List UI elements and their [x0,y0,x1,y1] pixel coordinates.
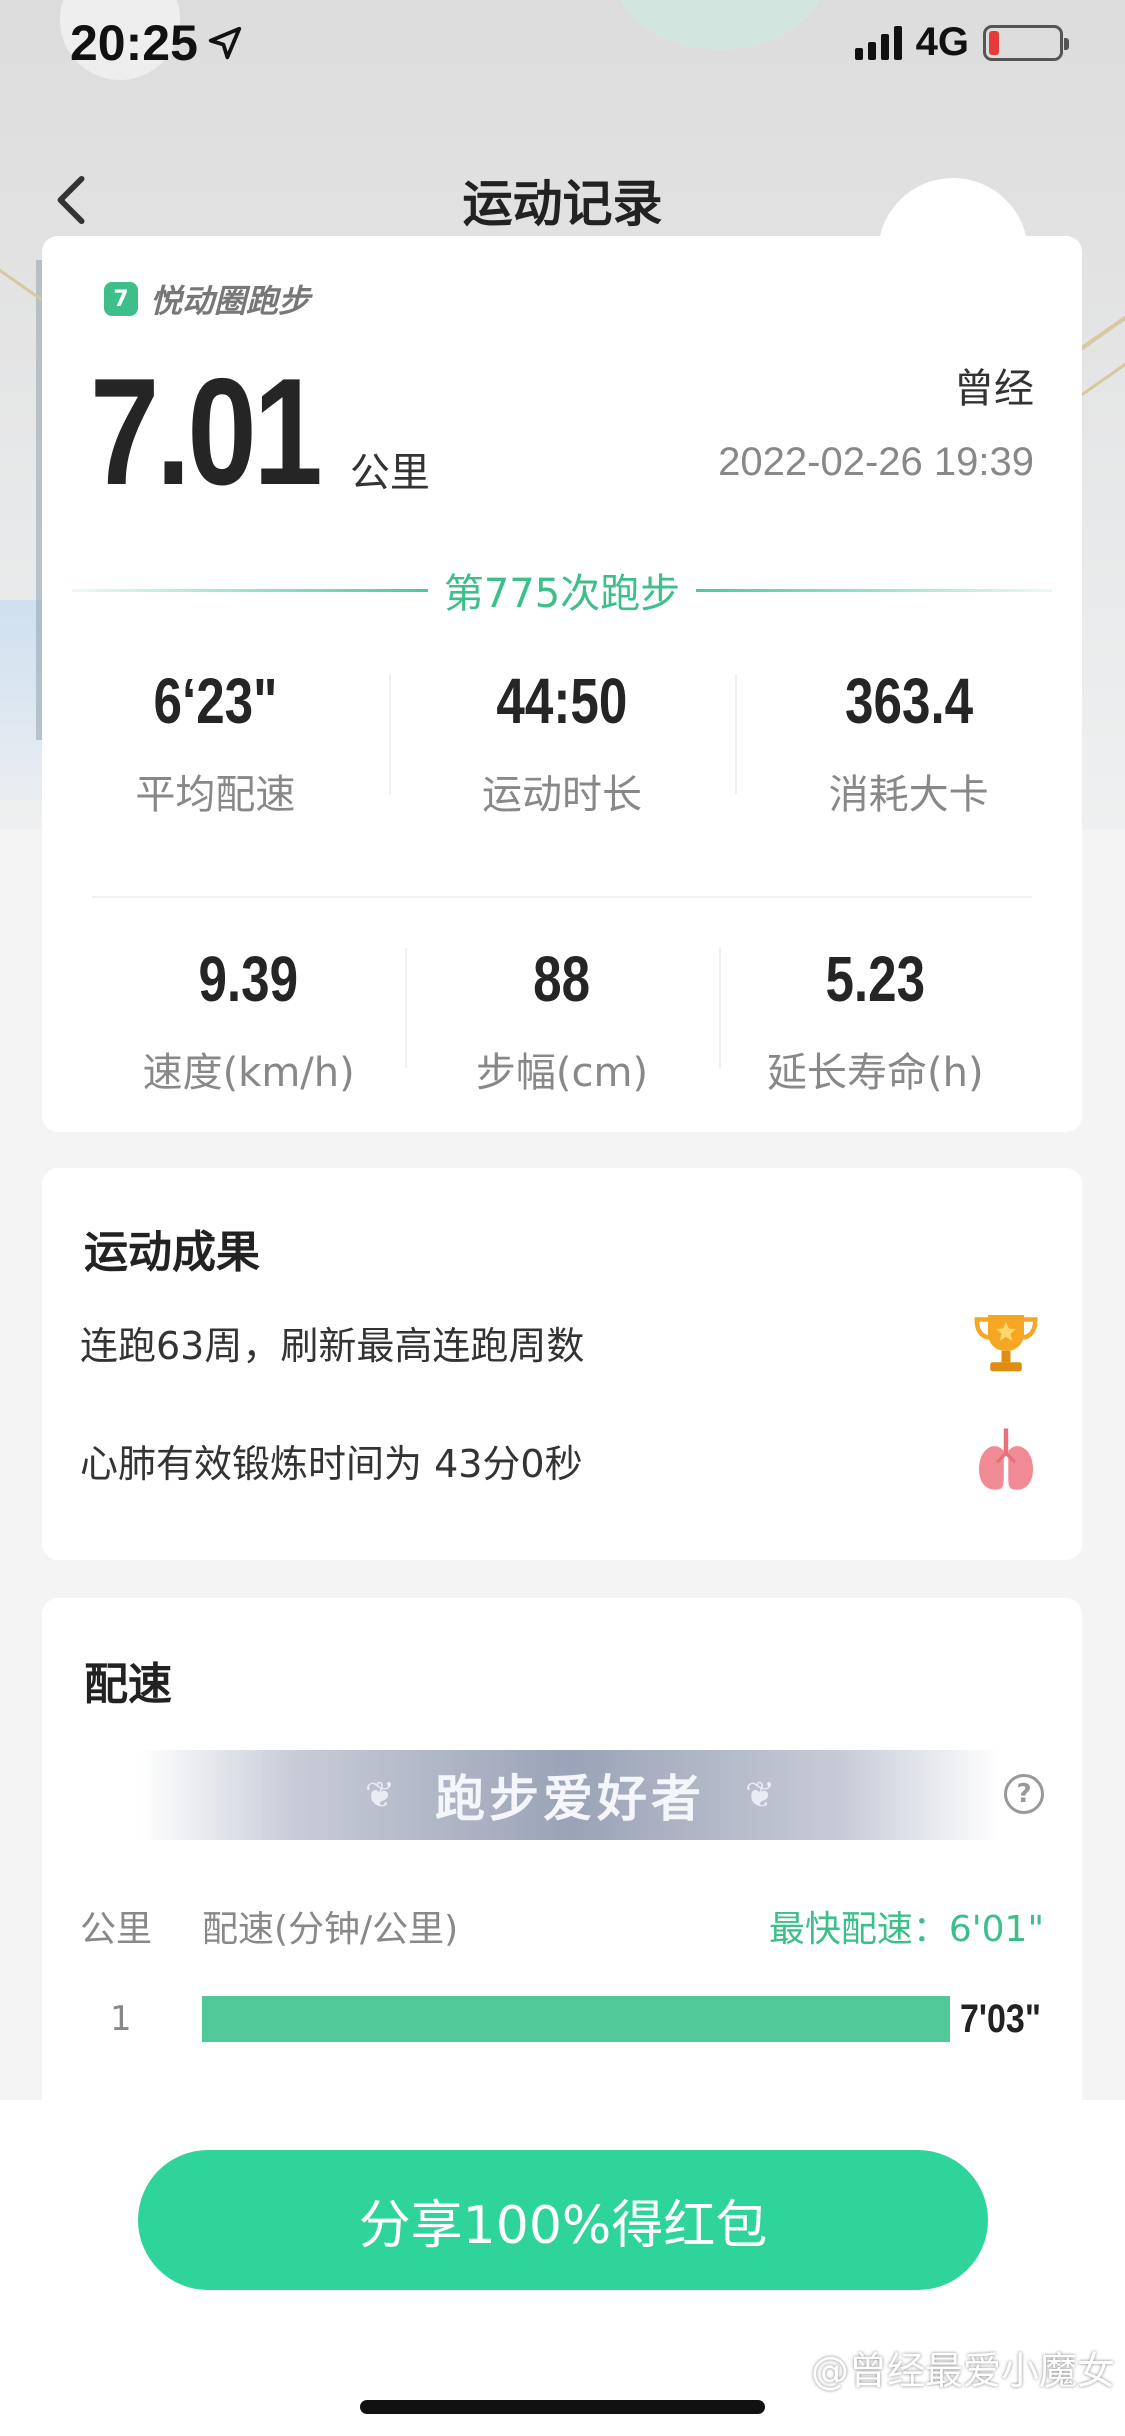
distance-value: 7.01 [90,347,323,517]
stat-stride: 88 步幅(cm) [405,898,718,1146]
run-date: 2022-02-26 19:39 [718,440,1034,484]
col-km: 公里 [80,1909,153,1950]
back-button[interactable] [44,172,100,228]
achievement-item: 连跑63周，刷新最高连跑周数 [80,1306,1042,1378]
bottom-bar: 分享100%得红包 @曾经最爱小魔女 [0,2100,1125,2436]
brand-logo-icon: 7 [104,282,138,316]
wheat-right-icon: ❦ [745,1774,776,1816]
stats-grid: 6‘23" 平均配速 44:50 运动时长 363.4 消耗大卡 9.39 速度… [42,646,1082,1146]
distance: 7.01 公里 [90,356,430,508]
help-icon[interactable]: ? [1004,1774,1044,1814]
pace-value: 7'03" [960,1996,1041,2041]
pace-km: 1 [110,1999,132,2039]
achievements-card: 运动成果 连跑63周，刷新最高连跑周数 心肺有效锻炼时间为 43分0秒 [42,1168,1082,1560]
page-title: 运动记录 [462,175,663,233]
brand: 7 悦动圈跑步 [104,276,310,322]
runner-level: 跑步爱好者 [435,1770,705,1828]
stat-calories: 363.4 消耗大卡 [735,646,1082,896]
trophy-icon [974,1315,1038,1372]
run-count-row: 第775次跑步 [72,560,1053,620]
pace-row: 1 7'03" [80,1996,1044,2042]
location-arrow-icon [208,26,242,59]
watermark: @曾经最爱小魔女 [810,2349,1115,2393]
achievement-item: 心肺有效锻炼时间为 43分0秒 [80,1424,1042,1496]
lungs-icon [979,1428,1033,1490]
col-pace: 配速(分钟/公里) [202,1909,459,1950]
home-indicator [360,2400,765,2414]
pace-table-header: 公里 配速(分钟/公里) 最快配速：6'01" [80,1900,1044,1952]
stat-speed: 9.39 速度(km/h) [142,943,355,1097]
stats-row: 9.39 速度(km/h) 88 步幅(cm) 5.23 延长寿命(h) [92,896,1032,1146]
pace-bar-track [202,1996,950,2042]
share-button[interactable]: 分享100%得红包 [138,2150,988,2290]
chevron-left-icon [57,175,85,225]
run-meta: 曾经 2022-02-26 19:39 [718,356,1034,485]
stat-life-extended: 5.23 延长寿命(h) [718,898,1032,1146]
nav-bar: 运动记录 [0,150,1125,250]
achievements-title: 运动成果 [84,1227,260,1278]
pace-card: 配速 ❦ 跑步爱好者 ❦ ? 公里 配速(分钟/公里) 最快配速：6'01" 1… [42,1598,1082,2158]
network-type: 4G [915,20,969,64]
stat-avg-pace: 6‘23" 平均配速 [135,665,296,819]
wheat-left-icon: ❦ [364,1774,395,1816]
stats-row: 6‘23" 平均配速 44:50 运动时长 363.4 消耗大卡 [42,646,1082,896]
run-count: 第775次跑步 [443,571,681,617]
status-bar: 20:25 4G [0,0,1125,175]
signal-icon [854,25,902,60]
fastest-pace: 最快配速：6'01" [768,1909,1044,1950]
distance-unit: 公里 [349,450,430,496]
pace-bar [202,1996,950,2042]
battery-icon [983,24,1069,61]
stat-duration: 44:50 运动时长 [388,646,736,896]
user-name: 曾经 [954,366,1034,412]
pace-title: 配速 [84,1659,172,1710]
runner-level-badge: ❦ 跑步爱好者 ❦ [140,1750,1000,1840]
summary-card: 7 悦动圈跑步 7.01 公里 曾经 2022-02-26 19:39 第775… [42,236,1082,1132]
status-time: 20:25 [70,14,198,71]
brand-name: 悦动圈跑步 [150,282,311,320]
